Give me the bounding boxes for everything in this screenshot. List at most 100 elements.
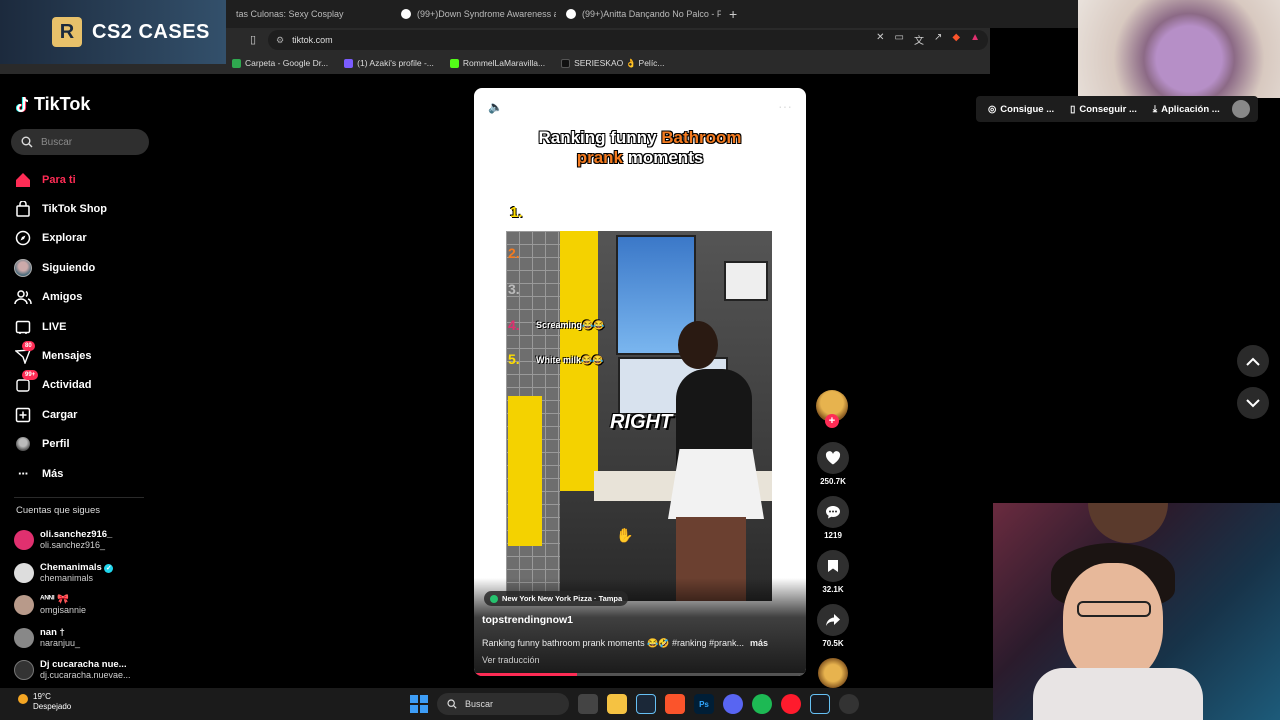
location-tag[interactable]: New York New York Pizza · Tampa — [484, 591, 629, 606]
nav-item-live[interactable]: LIVE — [14, 312, 154, 341]
cs2-banner-text: CS2 CASES — [92, 20, 210, 43]
nav-label: Explorar — [42, 232, 87, 245]
search-icon — [447, 699, 457, 709]
nav-item-siguiendo[interactable]: Siguiendo — [14, 253, 154, 282]
creator-avatar[interactable]: + — [816, 390, 848, 428]
get-app-button[interactable]: ▯ Conseguir ... — [1066, 104, 1141, 115]
search-placeholder: Buscar — [41, 136, 73, 148]
account-handle: dj.cucaracha.nuevae... — [40, 670, 131, 681]
tiktok-logo[interactable]: TikTok — [16, 94, 90, 115]
following-account[interactable]: nan † naranjuu_ — [14, 622, 154, 655]
more-icon: ··· — [18, 466, 29, 482]
previous-video-button[interactable] — [1237, 345, 1269, 377]
translate-icon[interactable]: 文 — [914, 32, 924, 47]
save-button[interactable]: 32.1K — [816, 550, 850, 594]
more-link[interactable]: más — [750, 638, 768, 648]
nav-item-mensajes[interactable]: 80 Mensajes — [14, 341, 154, 370]
following-account[interactable]: oli.sanchez916_ oli.sanchez916_ — [14, 524, 154, 557]
brave-icon[interactable] — [665, 694, 685, 714]
next-video-button[interactable] — [1237, 387, 1269, 419]
nav-item-perfil[interactable]: Perfil — [14, 430, 154, 459]
nav-item-actividad[interactable]: 99+ Actividad — [14, 370, 154, 400]
site-settings-icon[interactable]: ⚙ — [276, 35, 284, 46]
video-progress-bar[interactable] — [474, 673, 806, 676]
task-view-icon[interactable] — [578, 694, 598, 714]
get-coins-button[interactable]: ◎ Consigue ... — [984, 104, 1058, 115]
photoshop-icon[interactable]: Ps — [694, 694, 714, 714]
windows-start-icon[interactable] — [410, 695, 428, 713]
following-account[interactable]: Chemanimals ✓ chemanimals — [14, 557, 154, 590]
save-count: 32.1K — [822, 585, 844, 594]
desktop-app-button[interactable]: ⤓ Aplicación ... — [1149, 104, 1224, 115]
video-author[interactable]: topstrendingnow1 — [482, 614, 573, 626]
stream-overlay-clip — [1078, 0, 1280, 98]
account-handle: chemanimals — [40, 572, 94, 583]
divider — [14, 497, 144, 498]
brave-shield-icon[interactable]: ◆ — [952, 32, 960, 47]
share-icon[interactable]: ↗ — [934, 32, 942, 47]
discord-icon[interactable] — [723, 694, 743, 714]
weather-sun-icon — [18, 694, 28, 704]
bookmark-item[interactable]: RommelLaMaravilla... — [449, 58, 545, 68]
browser-tab[interactable]: (99+)Down Syndrome Awareness at — [391, 2, 556, 26]
volume-icon[interactable]: 🔈 — [488, 100, 503, 114]
brave-rewards-icon[interactable]: ▲ — [970, 32, 980, 47]
video-overlay-word: RIGHT — [610, 411, 673, 433]
chevron-down-icon — [1246, 398, 1260, 407]
nav-item-explorar[interactable]: Explorar — [14, 224, 154, 253]
cast-icon[interactable]: ▭ — [895, 32, 904, 47]
new-tab-button[interactable]: + — [721, 6, 745, 22]
mute-icon[interactable]: ✕ — [876, 32, 884, 47]
tiktok-icon — [401, 9, 411, 19]
following-account[interactable]: Dj cucaracha nue... dj.cucaracha.nuevae..… — [14, 654, 154, 687]
weather-widget[interactable]: 19°C Despejado — [18, 692, 71, 712]
steam-icon[interactable] — [810, 694, 830, 714]
following-account[interactable]: ᴬᴺᴺᴵ 🎀 omgisannie — [14, 589, 154, 622]
profile-icon — [344, 58, 354, 68]
nav-item-para-ti[interactable]: Para ti — [14, 165, 154, 194]
rank-number: 1. — [510, 204, 523, 221]
nav-label: Más — [42, 467, 64, 480]
button-label: Consigue ... — [1000, 103, 1055, 115]
opera-icon[interactable] — [781, 694, 801, 714]
share-button[interactable]: 70.5K — [816, 604, 850, 648]
bookmark-item[interactable]: SERIESKAO 👌 Pelíc... — [561, 58, 665, 69]
avatar — [14, 595, 34, 616]
follow-plus-icon[interactable]: + — [825, 414, 839, 428]
video-progress-fill — [474, 673, 577, 676]
translate-link[interactable]: Ver traducción — [482, 655, 540, 665]
user-avatar[interactable] — [1231, 100, 1250, 118]
button-label: Aplicación ... — [1161, 103, 1220, 115]
comment-button[interactable]: 1219 — [816, 496, 850, 540]
video-player[interactable]: 🔈 ··· Ranking funny Bathroom prank momen… — [474, 88, 806, 676]
like-count: 250.7K — [820, 477, 846, 486]
messages-badge: 80 — [22, 341, 35, 352]
activity-badge: 99+ — [22, 370, 39, 381]
settings-icon[interactable] — [839, 694, 859, 714]
music-disc-icon[interactable] — [818, 658, 848, 688]
search-icon — [21, 136, 33, 148]
video-frame: RIGHT 2. 3. 4. Screaming😂😂 5. White milk… — [506, 231, 772, 601]
account-handle: naranjuu_ — [40, 637, 81, 648]
browser-tab[interactable]: (99+)Anitta Dançando No Palco - Pe — [556, 2, 721, 26]
browser-tab[interactable]: tas Culonas: Sexy Cosplay — [226, 2, 391, 26]
search-input[interactable]: Buscar — [11, 129, 149, 155]
like-button[interactable]: 250.7K — [816, 442, 850, 486]
bookmark-icon[interactable]: ▯ — [250, 33, 256, 46]
brand-name: TikTok — [34, 94, 91, 114]
nav-item-cargar[interactable]: Cargar — [14, 400, 154, 429]
spotify-icon[interactable] — [752, 694, 772, 714]
caption-text: Ranking funny — [538, 128, 662, 148]
coin-icon: ◎ — [988, 103, 997, 115]
cs2-logo: R — [52, 17, 82, 47]
bookmark-item[interactable]: Carpeta - Google Dr... — [232, 58, 328, 68]
nav-item-tiktok-shop[interactable]: TikTok Shop — [14, 194, 154, 223]
nav-item-mas[interactable]: ··· Más — [14, 459, 154, 488]
more-options-icon[interactable]: ··· — [778, 98, 792, 114]
phone-icon: ▯ — [1070, 103, 1076, 115]
file-explorer-icon[interactable] — [607, 694, 627, 714]
steam-icon[interactable] — [636, 694, 656, 714]
bookmark-item[interactable]: (1) Azaki's profile -... — [344, 58, 434, 68]
taskbar-search[interactable]: Buscar — [437, 693, 569, 715]
nav-item-amigos[interactable]: Amigos — [14, 283, 154, 312]
